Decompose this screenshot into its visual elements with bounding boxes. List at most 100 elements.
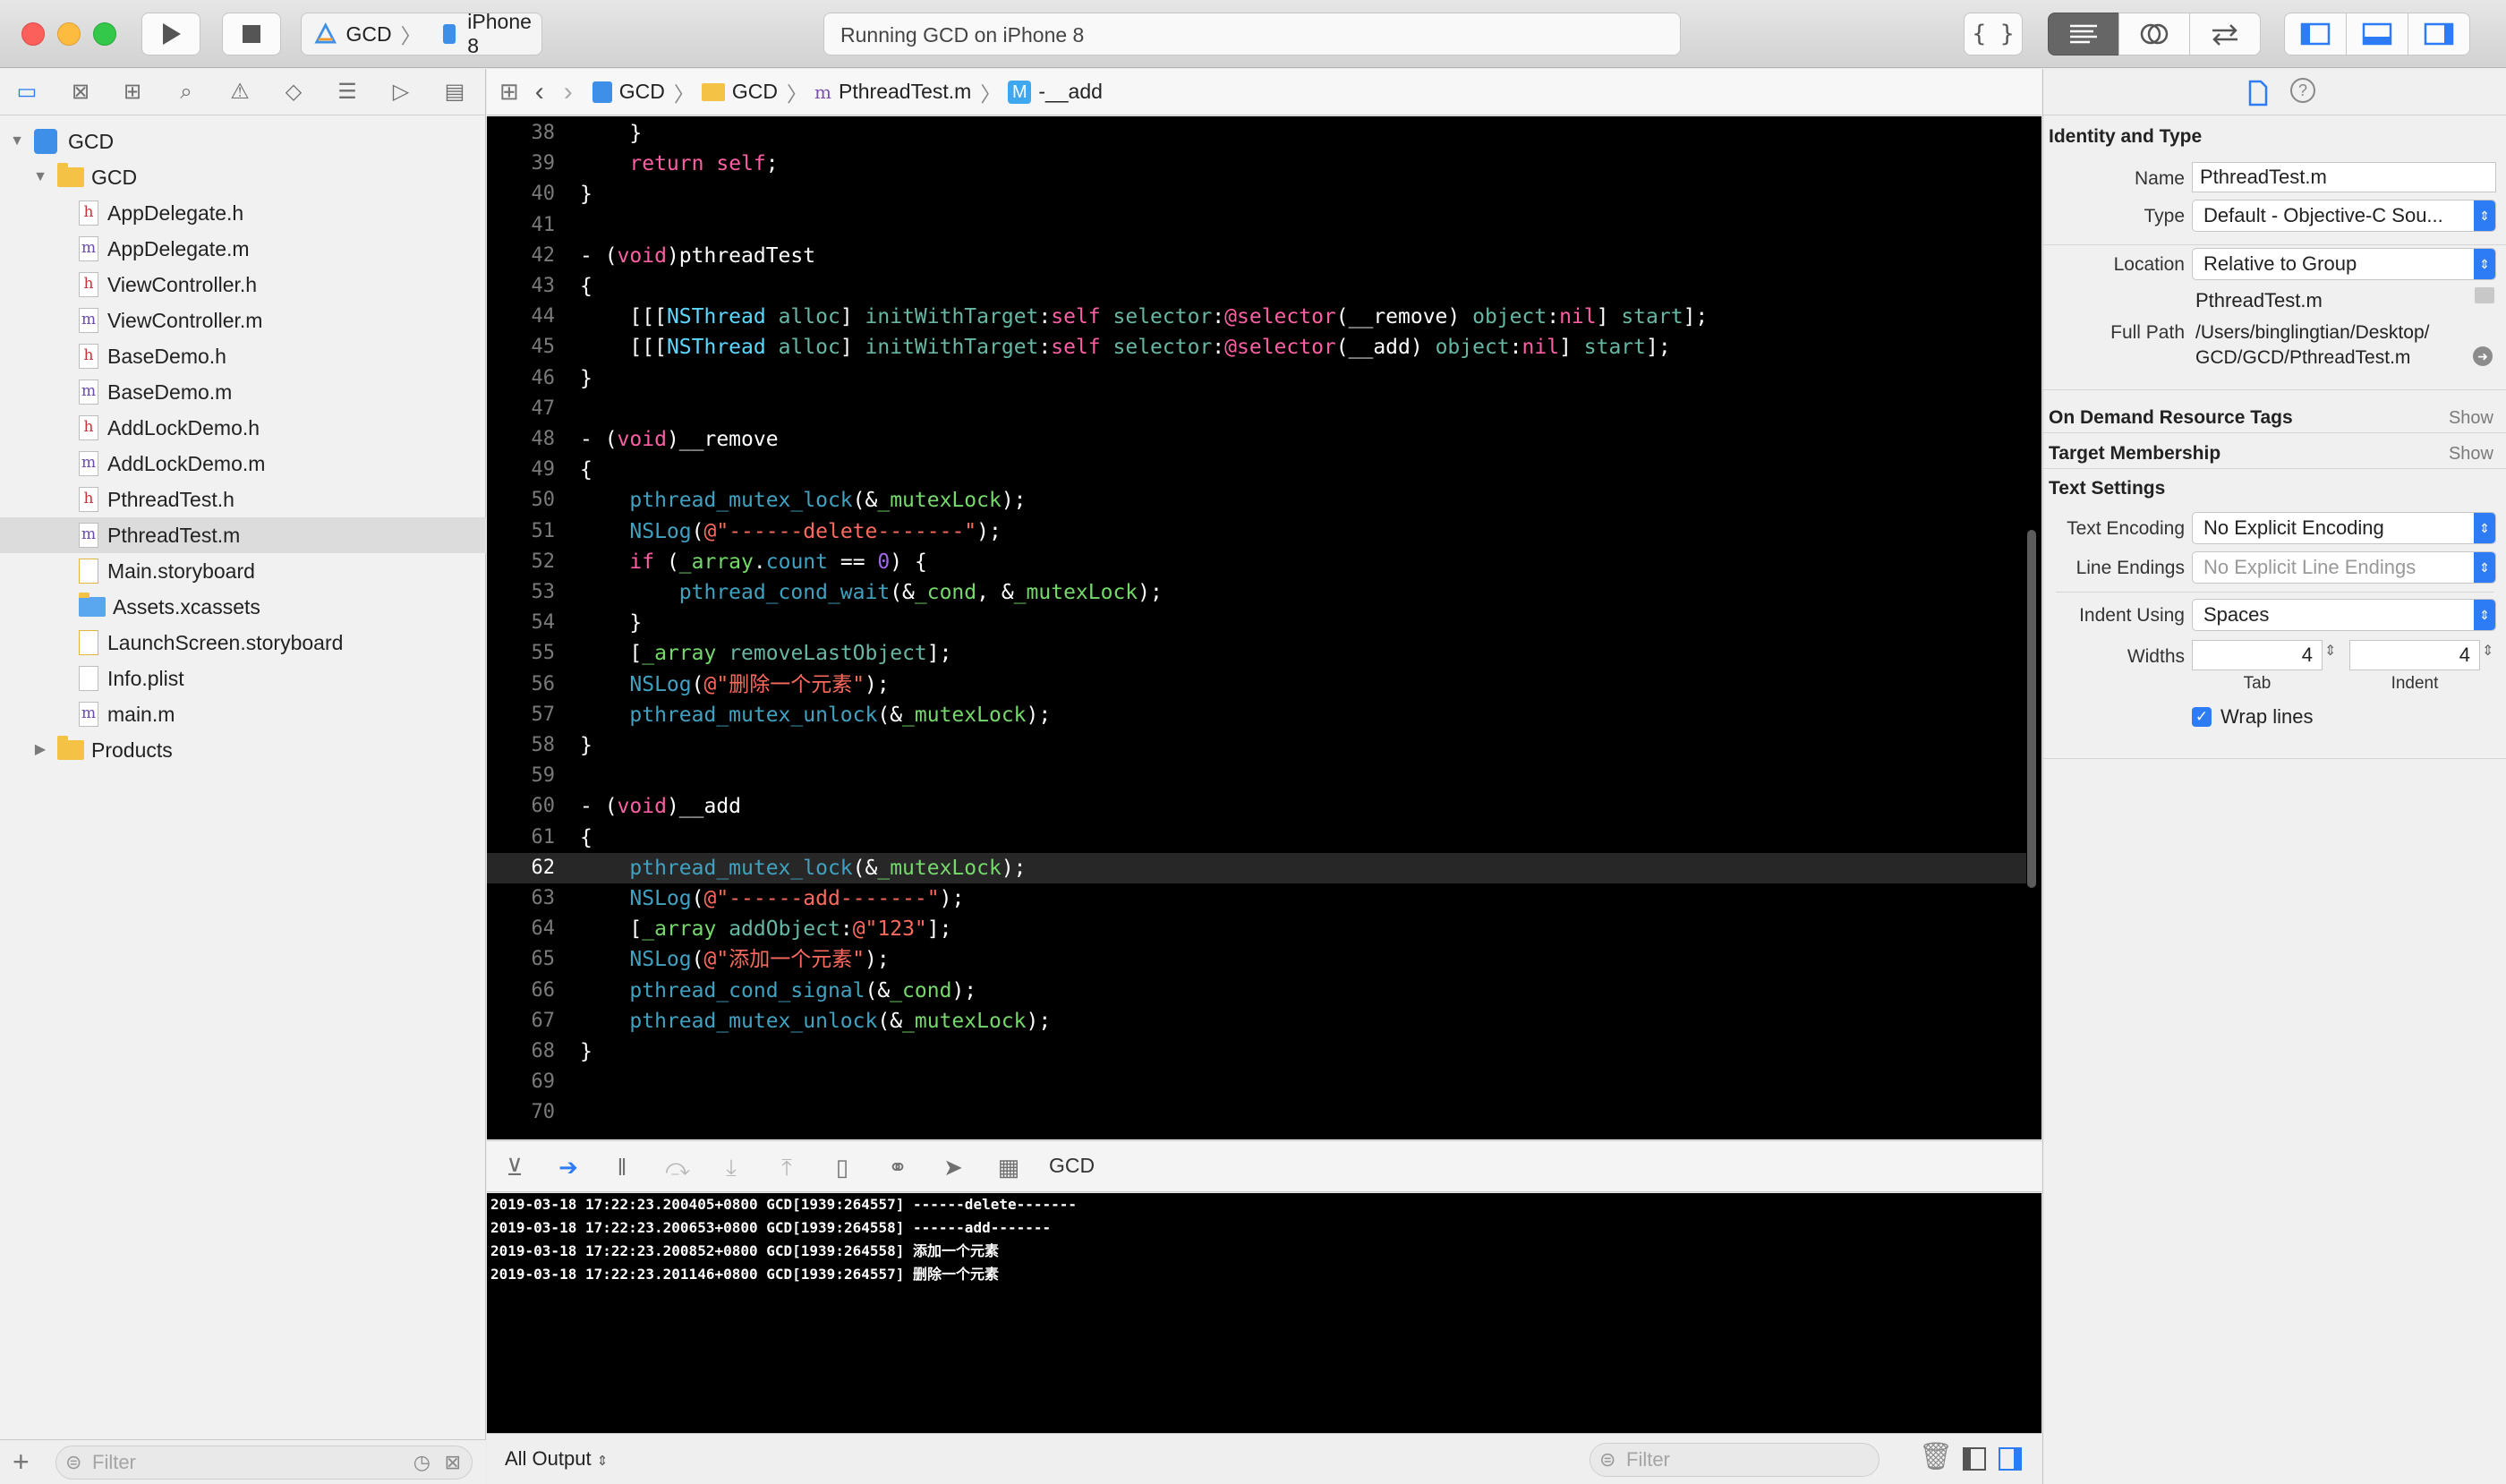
memory-graph-icon[interactable]: ⚭	[882, 1152, 913, 1182]
scheme-selector[interactable]: GCD 〉 iPhone 8	[301, 10, 542, 57]
navigator-item[interactable]: h ViewController.h	[0, 267, 486, 303]
target-show-button[interactable]: Show	[2449, 444, 2493, 465]
reveal-folder-icon[interactable]	[2475, 287, 2494, 303]
variables-view-icon[interactable]	[1962, 1446, 1987, 1471]
recent-clock-icon[interactable]: ◷	[413, 1446, 430, 1479]
code-line[interactable]: pthread_cond_wait(&_cond, &_mutexLock);	[580, 577, 1163, 608]
type-popup[interactable]: Default - Objective-C Sou... ⇕	[2192, 200, 2496, 232]
console-view-icon[interactable]	[1998, 1446, 2023, 1471]
issue-warning-icon[interactable]: ⚠	[226, 78, 254, 107]
code-line[interactable]: [[[NSThread alloc] initWithTarget:self s…	[580, 302, 1708, 332]
navigator-item[interactable]: h BaseDemo.h	[0, 338, 486, 374]
close-window-button[interactable]	[21, 22, 45, 46]
code-line[interactable]: [[[NSThread alloc] initWithTarget:self s…	[580, 332, 1670, 362]
standard-editor-button[interactable]	[2048, 13, 2119, 55]
navigator-item[interactable]: h AddLockDemo.h	[0, 410, 486, 446]
breadcrumb-method[interactable]: M -__add	[1008, 80, 1103, 104]
navigator-item[interactable]: ▼ GCD	[0, 159, 486, 195]
source-control-navigator-icon[interactable]: ⊠	[66, 78, 95, 107]
breadcrumb-group[interactable]: GCD	[701, 80, 778, 104]
indent-width-field[interactable]: 4	[2349, 640, 2480, 670]
disclosure-open-icon[interactable]: ▼	[32, 159, 48, 195]
code-line[interactable]: {	[580, 455, 592, 485]
code-line[interactable]: {	[580, 823, 592, 853]
line-endings-popup[interactable]: No Explicit Line Endings ⇕	[2192, 551, 2496, 584]
navigator-item[interactable]: m PthreadTest.m	[0, 517, 486, 553]
source-editor[interactable]: 38 } 39 return self; 40} 41 42 - (void)pthrea…	[487, 116, 2041, 1139]
navigator-item[interactable]: ▶ Products	[0, 732, 486, 768]
code-line[interactable]: }	[580, 363, 592, 394]
code-line[interactable]: }	[580, 608, 642, 638]
code-line[interactable]: return self;	[580, 149, 778, 179]
run-button[interactable]	[141, 13, 200, 55]
wrap-lines-checkbox[interactable]: ✓ Wrap lines	[2192, 705, 2314, 729]
code-line[interactable]: [_array removeLastObject];	[580, 638, 951, 669]
version-editor-button[interactable]	[2189, 13, 2261, 55]
code-line[interactable]: pthread_mutex_lock(&_mutexLock);	[580, 485, 1026, 516]
odr-show-button[interactable]: Show	[2449, 408, 2493, 429]
file-document-icon[interactable]	[2247, 80, 2269, 107]
report-bubble-icon[interactable]: ▤	[440, 78, 469, 107]
location-popup[interactable]: Relative to Group ⇕	[2192, 248, 2496, 280]
step-out-icon[interactable]: ⤒	[771, 1152, 802, 1182]
toggle-inspector-button[interactable]	[2408, 13, 2470, 55]
breakpoint-icon[interactable]: ▷	[387, 78, 415, 107]
minimize-window-button[interactable]	[57, 22, 81, 46]
step-over-icon[interactable]: ⤼	[662, 1152, 693, 1182]
code-line[interactable]: {	[580, 271, 592, 302]
code-line[interactable]: - (void)__remove	[580, 424, 779, 455]
reveal-arrow-icon[interactable]: ➜	[2473, 346, 2493, 366]
navigator-item[interactable]: LaunchScreen.storyboard	[0, 625, 486, 661]
symbol-navigator-icon[interactable]: ⊞	[118, 78, 147, 107]
code-line[interactable]: pthread_cond_signal(&_cond);	[580, 976, 976, 1006]
related-items-grid-icon[interactable]: ⊞	[499, 78, 519, 106]
code-line[interactable]: - (void)__add	[580, 791, 741, 822]
scm-filter-icon[interactable]: ⊠	[445, 1446, 461, 1479]
folder-navigator-icon[interactable]: ▭	[13, 78, 41, 107]
step-into-icon[interactable]: ⤓	[716, 1152, 746, 1182]
indent-stepper-icon[interactable]: ⇕	[2482, 642, 2493, 660]
disclosure-closed-icon[interactable]: ▶	[32, 732, 48, 768]
debug-console[interactable]: 2019-03-18 17:22:23.200405+0800 GCD[1939…	[487, 1193, 2041, 1433]
toggle-debug-area-button[interactable]	[2346, 13, 2408, 55]
navigator-item[interactable]: h PthreadTest.h	[0, 482, 486, 517]
text-encoding-popup[interactable]: No Explicit Encoding ⇕	[2192, 512, 2496, 544]
disclosure-open-icon[interactable]: ▼	[9, 124, 25, 159]
breadcrumb-file[interactable]: m PthreadTest.m	[814, 80, 971, 104]
code-line[interactable]: }	[580, 179, 592, 209]
code-line[interactable]: }	[580, 118, 642, 149]
stop-button[interactable]	[222, 13, 281, 55]
navigator-filter-input[interactable]: Filter ◷ ⊠	[55, 1446, 473, 1480]
breadcrumb-project[interactable]: GCD	[592, 80, 665, 104]
add-plus-icon[interactable]: +	[13, 1446, 30, 1479]
tab-width-field[interactable]: 4	[2192, 640, 2323, 670]
navigator-item[interactable]: Info.plist	[0, 661, 486, 696]
pause-icon[interactable]: ‖	[607, 1152, 637, 1182]
quick-help-icon[interactable]: ?	[2290, 78, 2315, 103]
navigator-item[interactable]: m BaseDemo.m	[0, 374, 486, 410]
code-line[interactable]: pthread_mutex_lock(&_mutexLock);	[580, 853, 1026, 883]
back-chevron-icon[interactable]: ‹	[535, 77, 544, 107]
debug-navigator-icon[interactable]: ☰	[333, 78, 362, 107]
library-button[interactable]: { }	[1964, 13, 2023, 55]
code-line[interactable]: NSLog(@"删除一个元素");	[580, 670, 889, 700]
zoom-window-button[interactable]	[93, 22, 116, 46]
code-line[interactable]: if (_array.count == 0) {	[580, 547, 926, 577]
navigator-item[interactable]: m main.m	[0, 696, 486, 732]
code-line[interactable]: NSLog(@"添加一个元素");	[580, 944, 889, 975]
navigator-item[interactable]: h AppDelegate.h	[0, 195, 486, 231]
view-hierarchy-icon[interactable]: ▯	[827, 1152, 857, 1182]
navigator-item[interactable]: ▼ GCD	[0, 124, 486, 159]
code-line[interactable]: pthread_mutex_unlock(&_mutexLock);	[580, 1006, 1051, 1036]
tab-stepper-icon[interactable]: ⇕	[2324, 642, 2336, 660]
navigator-item[interactable]: m AddLockDemo.m	[0, 446, 486, 482]
assistant-editor-button[interactable]	[2118, 13, 2190, 55]
navigator-item[interactable]: Main.storyboard	[0, 553, 486, 589]
search-icon[interactable]: ⌕	[172, 78, 200, 107]
breakpoints-toggle-icon[interactable]: ➔	[553, 1152, 584, 1182]
navigator-item[interactable]: Assets.xcassets	[0, 589, 486, 625]
code-line[interactable]: - (void)pthreadTest	[580, 241, 815, 271]
toggle-navigator-button[interactable]	[2284, 13, 2347, 55]
trash-icon[interactable]: 🗑	[1919, 1441, 1953, 1472]
test-diamond-icon[interactable]: ◇	[279, 78, 308, 107]
